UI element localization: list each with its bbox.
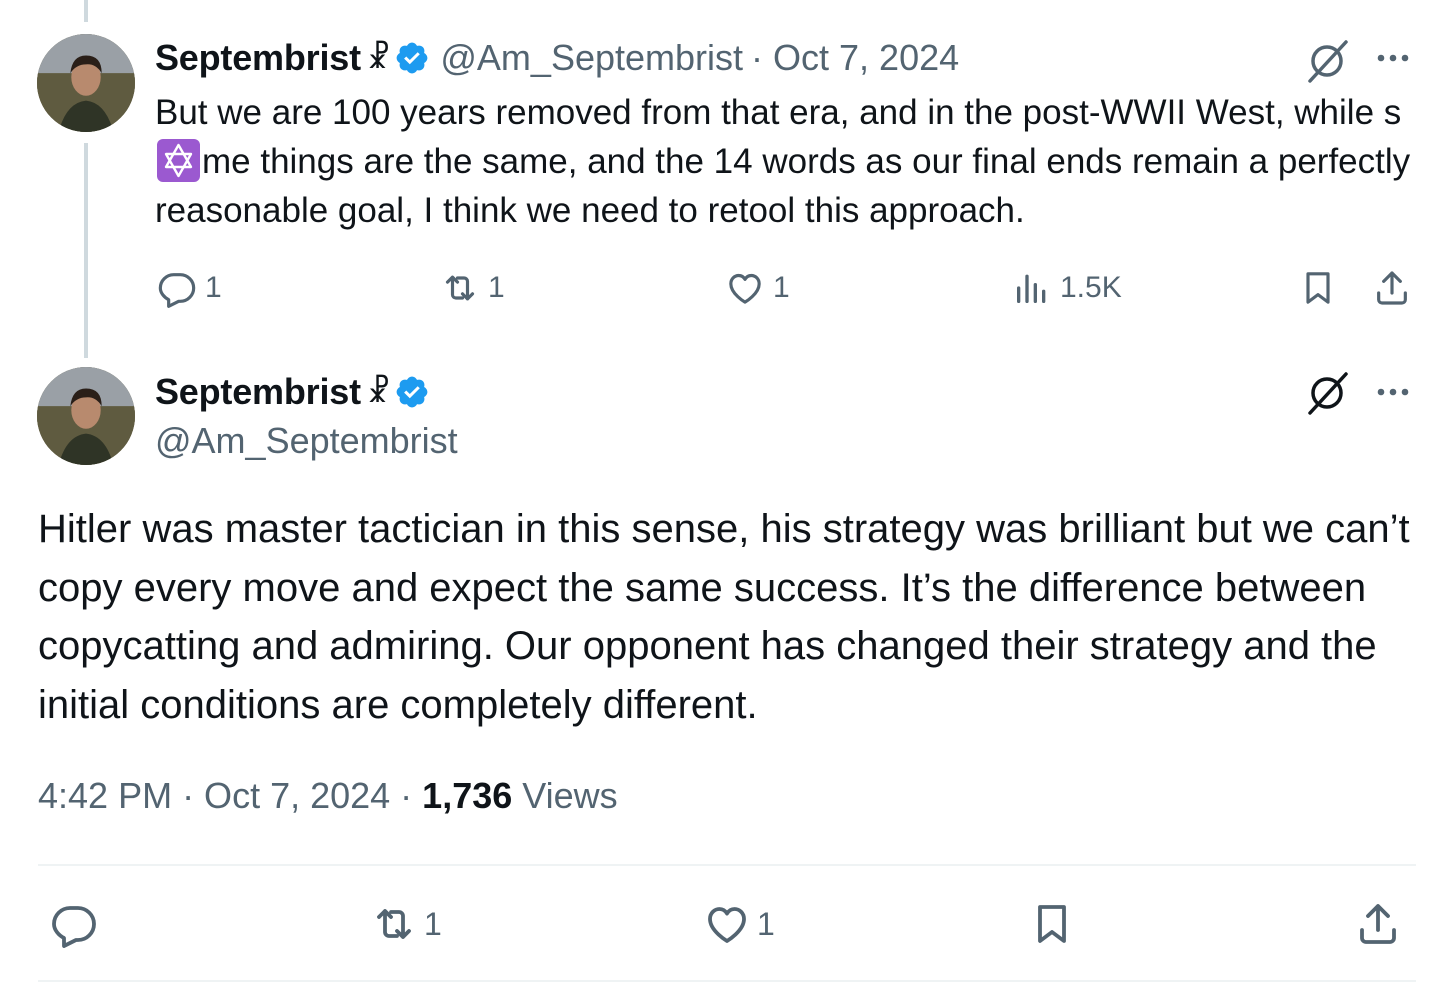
grok-icon[interactable] [1302, 36, 1352, 86]
author-handle[interactable]: @Am_Septembrist [155, 420, 458, 462]
avatar-image [37, 34, 135, 132]
repost-icon [377, 909, 411, 939]
more-options-icon[interactable] [1373, 372, 1413, 412]
views-count: 1,736 [422, 775, 513, 816]
views-count: 1.5K [1060, 271, 1122, 304]
tweet-time[interactable]: 4:42 PM · Oct 7, 2024 · [38, 775, 422, 816]
bookmark-icon [1306, 272, 1330, 304]
author-name[interactable]: Septembrist [155, 371, 361, 413]
chi-rho-symbol: ☧ [366, 375, 391, 409]
repost-button[interactable]: 1 [370, 900, 442, 948]
thread-line-top [84, 0, 88, 22]
reply-icon [158, 273, 196, 308]
more-options-icon[interactable] [1373, 38, 1413, 78]
like-count: 1 [773, 271, 790, 304]
reply-button[interactable]: 1 [157, 268, 222, 308]
views-label: Views [512, 775, 618, 816]
like-icon [729, 273, 761, 304]
chi-rho-symbol: ☧ [366, 41, 391, 75]
bookmark-button[interactable] [1028, 900, 1076, 948]
author-row: Septembrist ☧ [155, 371, 430, 413]
like-button[interactable]: 1 [725, 268, 790, 308]
verified-badge-icon [397, 376, 428, 408]
tweet-text-part1: But we are 100 years removed from that e… [155, 93, 1402, 132]
verified-badge-icon [397, 42, 428, 74]
reply-button[interactable] [50, 900, 98, 948]
tweet-text-part2: me things are the same, and the 14 words… [155, 142, 1411, 230]
grok-icon[interactable] [1302, 368, 1352, 418]
author-name[interactable]: Septembrist [155, 37, 361, 79]
like-count: 1 [757, 905, 775, 942]
repost-button[interactable]: 1 [440, 268, 505, 308]
avatar[interactable] [37, 34, 135, 132]
author-handle[interactable]: @Am_Septembrist [440, 37, 743, 79]
tweet-text: Hitler was master tactician in this sens… [38, 507, 1410, 727]
tweet-timestamp: 4:42 PM · Oct 7, 2024 · 1,736 Views [38, 775, 618, 817]
reply-count: 1 [205, 271, 222, 304]
share-button[interactable] [1372, 268, 1412, 308]
author-row: Septembrist ☧ @Am_Septembrist · Oct 7, 2… [155, 37, 959, 79]
tweet-text: But we are 100 years removed from that e… [155, 88, 1445, 235]
like-icon [708, 907, 746, 943]
views-button[interactable]: 1.5K [1012, 268, 1122, 308]
share-icon [1360, 904, 1396, 944]
share-icon [1377, 271, 1407, 305]
divider [38, 864, 1416, 866]
bookmark-icon [1038, 905, 1066, 943]
like-button[interactable]: 1 [703, 900, 775, 948]
thread-line [84, 143, 88, 358]
avatar-image [37, 367, 135, 465]
reply-icon [52, 906, 96, 948]
star-of-david-emoji [157, 139, 200, 182]
repost-count: 1 [424, 905, 442, 942]
bookmark-button[interactable] [1298, 268, 1338, 308]
views-icon [1017, 274, 1046, 303]
repost-icon [445, 275, 475, 301]
divider [38, 980, 1416, 982]
repost-count: 1 [488, 271, 505, 304]
avatar[interactable] [37, 367, 135, 465]
tweet-date[interactable]: · Oct 7, 2024 [751, 37, 959, 79]
share-button[interactable] [1354, 900, 1402, 948]
